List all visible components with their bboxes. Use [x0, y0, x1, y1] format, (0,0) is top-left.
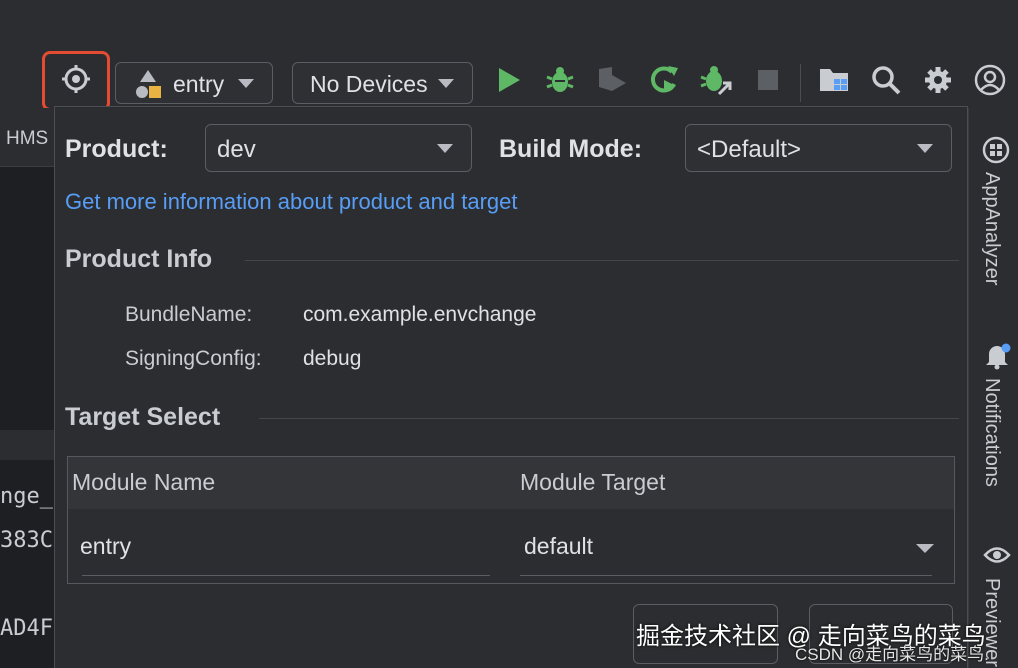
code-editor[interactable] [0, 108, 60, 668]
app-analyzer-tab[interactable]: AppAnalyzer [980, 172, 1003, 285]
module-select-label: entry [173, 71, 225, 97]
device-select[interactable]: No Devices [292, 62, 473, 104]
build-mode-select-value: <Default> [697, 136, 802, 163]
table-header: Module Name Module Target [68, 457, 954, 509]
profiler-icon [596, 65, 628, 100]
notifications-tab[interactable]: Notifications [980, 378, 1003, 487]
bundle-name-key: BundleName: [125, 303, 253, 326]
section-divider [259, 418, 959, 419]
account-icon [974, 64, 1006, 101]
bundle-name-value: com.example.envchange [303, 303, 537, 326]
module-target-table: Module Name Module Target entry default [67, 456, 955, 584]
cell-underline [82, 575, 490, 576]
code-line: AD4F [0, 616, 53, 641]
section-divider [245, 260, 959, 261]
stop-icon [756, 68, 780, 97]
stop-button[interactable] [750, 64, 786, 100]
editor-highlight-line [0, 430, 60, 460]
apply-changes-icon [648, 64, 680, 101]
project-structure-button[interactable] [816, 64, 852, 100]
run-icon [496, 66, 522, 99]
notifications-icon [984, 342, 1012, 375]
app-analyzer-icon [982, 136, 1010, 169]
settings-button[interactable] [920, 64, 956, 100]
column-header-module-name: Module Name [72, 469, 216, 495]
module-target-select[interactable]: default [520, 517, 934, 575]
eye-icon [983, 544, 1011, 571]
column-header-module-target: Module Target [520, 469, 666, 495]
profiler-button[interactable] [594, 64, 630, 100]
module-select[interactable]: entry [115, 62, 273, 104]
attach-debugger-icon [700, 64, 732, 101]
module-name-cell: entry [80, 533, 132, 559]
product-select-value: dev [217, 136, 256, 163]
editor-tab[interactable]: HMS [0, 108, 60, 167]
product-info-title: Product Info [65, 245, 213, 273]
build-mode-label: Build Mode: [499, 135, 643, 163]
product-label: Product: [65, 135, 168, 163]
search-button[interactable] [868, 64, 904, 100]
run-button[interactable] [491, 64, 527, 100]
attach-debugger-button[interactable] [698, 64, 734, 100]
module-target-value: default [524, 533, 594, 559]
toolbar-divider [800, 64, 801, 102]
target-select-title: Target Select [65, 403, 221, 431]
project-structure-icon [818, 65, 850, 100]
chevron-down-icon [438, 79, 454, 88]
debug-button[interactable] [542, 64, 578, 100]
main-toolbar: entry No Devices [0, 0, 1018, 111]
code-line: nge_ [0, 484, 53, 509]
product-select[interactable]: dev [205, 124, 472, 172]
debug-icon [545, 65, 575, 100]
chevron-down-icon [437, 144, 453, 153]
chevron-down-icon [916, 544, 934, 553]
search-icon [871, 65, 901, 100]
device-select-label: No Devices [310, 71, 428, 97]
target-button[interactable] [42, 51, 110, 111]
chevron-down-icon [238, 79, 254, 88]
product-info-link[interactable]: Get more information about product and t… [65, 189, 517, 215]
account-button[interactable] [972, 64, 1008, 100]
gear-icon [923, 65, 953, 100]
product-target-popup: Product: dev Build Mode: <Default> Get m… [54, 106, 968, 668]
module-icon [134, 68, 164, 106]
cell-underline [520, 575, 932, 576]
apply-changes-button[interactable] [646, 64, 682, 100]
code-line: 383C [0, 528, 53, 553]
signing-config-key: SigningConfig: [125, 347, 262, 370]
signing-config-value: debug [303, 347, 362, 370]
target-icon [61, 64, 91, 99]
editor-tab-label: HMS [6, 128, 49, 149]
watermark-text-small: CSDN @走向菜鸟的菜鸟. [795, 645, 989, 664]
chevron-down-icon [917, 144, 933, 153]
build-mode-select[interactable]: <Default> [685, 124, 952, 172]
